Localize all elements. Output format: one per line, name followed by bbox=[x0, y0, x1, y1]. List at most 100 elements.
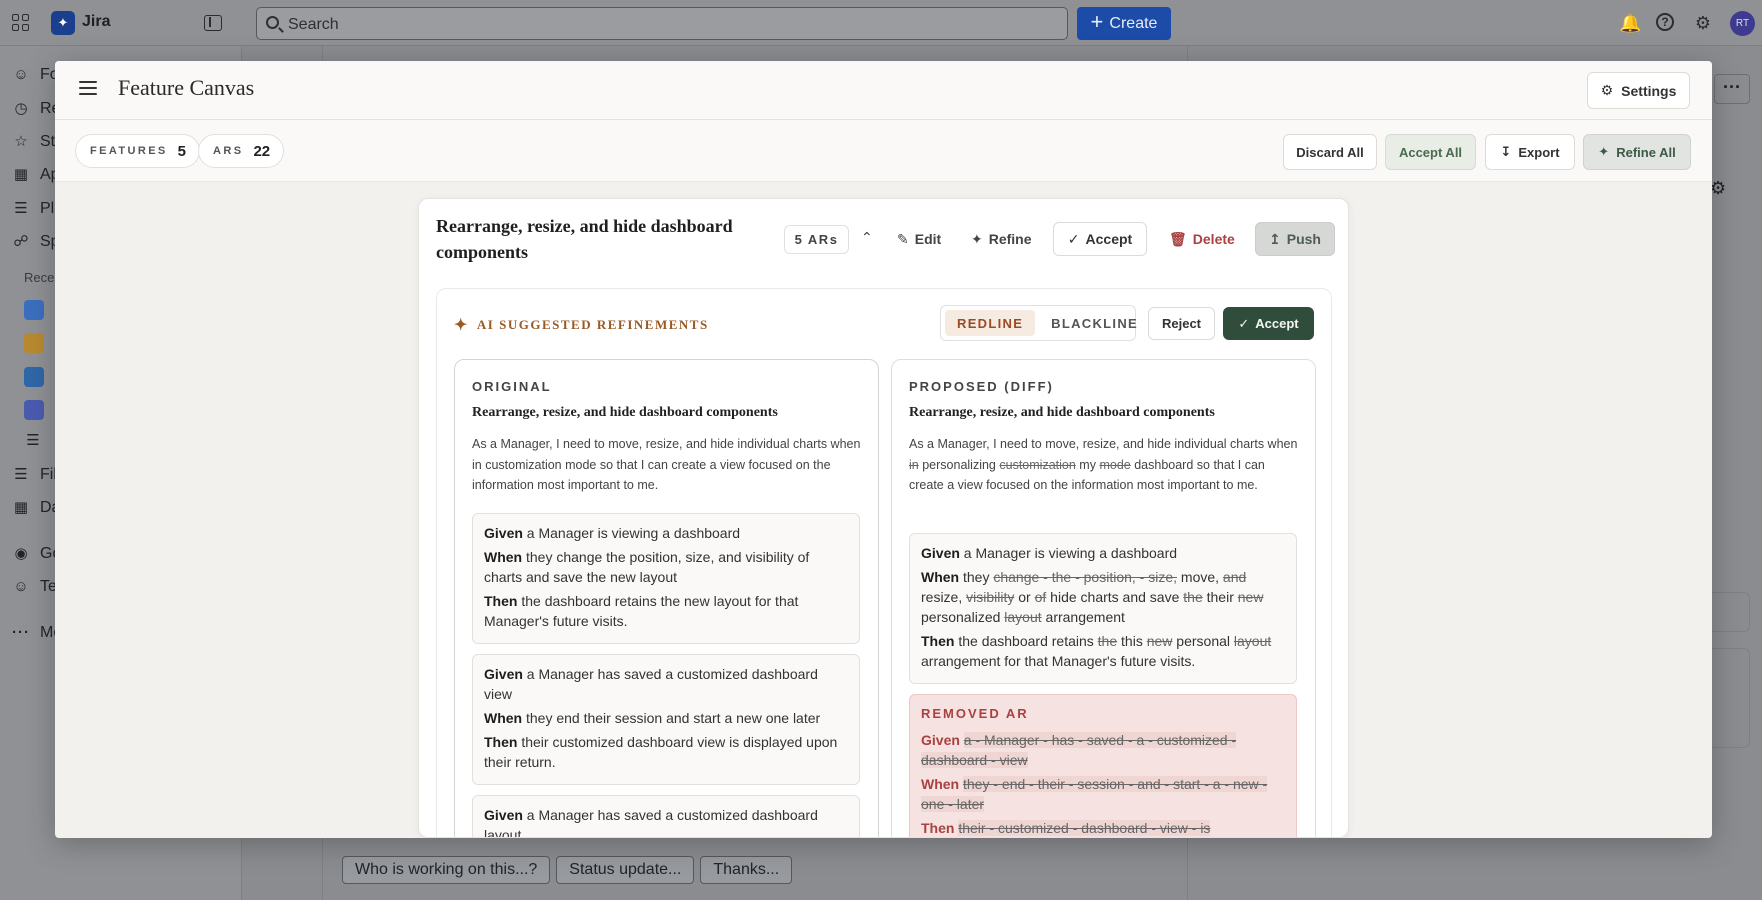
project-avatar-icon[interactable] bbox=[24, 367, 44, 387]
clock-icon: ◷ bbox=[14, 100, 28, 117]
ars-count-pill: ARS 22 bbox=[198, 134, 285, 168]
notifications-bell-icon[interactable]: 🔔 bbox=[1619, 13, 1641, 33]
project-avatar-icon[interactable] bbox=[24, 400, 44, 420]
more-dots-icon: ··· bbox=[12, 624, 30, 641]
accept-button[interactable]: ✓ Accept bbox=[1053, 222, 1147, 256]
settings-gear-icon[interactable]: ⚙ bbox=[1710, 178, 1726, 199]
original-title: Rearrange, resize, and hide dashboard co… bbox=[472, 405, 778, 420]
acceptance-requirement: Given a Manager is viewing a dashboard W… bbox=[472, 513, 860, 644]
spaces-icon: ☍ bbox=[13, 233, 29, 250]
redline-toggle[interactable]: REDLINE bbox=[945, 310, 1036, 336]
accept-all-button[interactable]: Accept All bbox=[1385, 134, 1476, 170]
quick-reply-chip[interactable]: Who is working on this...? bbox=[342, 856, 551, 884]
settings-gear-icon[interactable]: ⚙ bbox=[1693, 13, 1713, 33]
proposed-description: As a Manager, I need to move, resize, an… bbox=[909, 437, 1298, 492]
sparkle-icon: ✦ bbox=[971, 230, 983, 247]
apps-icon: ▦ bbox=[13, 166, 29, 183]
teams-icon: ☺ bbox=[13, 578, 29, 595]
upload-icon: ↥ bbox=[1269, 230, 1281, 247]
edit-button[interactable]: ✎ Edit bbox=[887, 222, 951, 256]
original-column: ORIGINAL Rearrange, resize, and hide das… bbox=[454, 359, 879, 837]
trash-icon: 🗑 bbox=[1169, 230, 1187, 247]
project-avatar-icon[interactable] bbox=[24, 333, 44, 353]
sidebar-item-more-projects[interactable]: ☰ bbox=[24, 432, 42, 450]
feature-canvas-modal: Feature Canvas ⚙ Settings FEATURES 5 ARS… bbox=[55, 61, 1712, 838]
plans-icon: ☰ bbox=[14, 200, 28, 217]
avatar[interactable]: RT bbox=[1730, 11, 1755, 36]
push-button[interactable]: ↥ Push bbox=[1255, 222, 1335, 256]
original-label: ORIGINAL bbox=[472, 379, 552, 394]
sidebar-item-filters[interactable]: ☰ Fil bbox=[12, 466, 57, 484]
download-icon: ↧ bbox=[1500, 144, 1512, 159]
modal-header: Feature Canvas ⚙ Settings bbox=[55, 61, 1712, 120]
sidebar-item-teams[interactable]: ☺ Te bbox=[12, 578, 57, 596]
list-icon: ☰ bbox=[26, 432, 40, 449]
feature-card: Rearrange, resize, and hide dashboard co… bbox=[418, 198, 1349, 838]
star-icon: ☆ bbox=[14, 133, 28, 150]
plus-icon: + bbox=[1090, 9, 1104, 34]
acceptance-requirement: Given a Manager has saved a customized d… bbox=[472, 654, 860, 785]
modal-toolbar: FEATURES 5 ARS 22 Discard All Accept All… bbox=[55, 120, 1712, 182]
settings-label: Settings bbox=[1621, 82, 1677, 99]
help-icon[interactable]: ? bbox=[1656, 13, 1674, 31]
modal-title: Feature Canvas bbox=[118, 75, 255, 100]
create-button[interactable]: + Create bbox=[1077, 7, 1171, 40]
search-placeholder: Search bbox=[288, 16, 339, 33]
accept-refinement-button[interactable]: ✓ Accept bbox=[1223, 307, 1314, 340]
delete-button[interactable]: 🗑 Delete bbox=[1159, 222, 1245, 256]
pencil-icon: ✎ bbox=[897, 230, 909, 247]
app-switcher-icon[interactable] bbox=[12, 14, 29, 31]
chevron-up-icon[interactable]: ⌃ bbox=[861, 229, 873, 246]
acceptance-requirement: Given a Manager has saved a customized d… bbox=[472, 795, 860, 837]
proposed-title: Rearrange, resize, and hide dashboard co… bbox=[909, 405, 1215, 420]
sidebar-item-recent[interactable]: ◷ Re bbox=[12, 100, 60, 118]
sidebar-item-goals[interactable]: ◉ Go bbox=[12, 545, 61, 563]
project-avatar-icon[interactable] bbox=[24, 300, 44, 320]
settings-button[interactable]: ⚙ Settings bbox=[1587, 72, 1690, 109]
quick-reply-chips: Who is working on this...? Status update… bbox=[342, 856, 793, 884]
proposed-diff-column: PROPOSED (DIFF) Rearrange, resize, and h… bbox=[891, 359, 1316, 837]
removed-acceptance-requirement: REMOVED AR Given a - Manager - has - sav… bbox=[909, 694, 1297, 837]
removed-ar-label: REMOVED AR bbox=[921, 706, 1029, 721]
features-count-pill: FEATURES 5 bbox=[75, 134, 201, 168]
sidebar-toggle-icon[interactable] bbox=[204, 15, 222, 31]
reject-refinement-button[interactable]: Reject bbox=[1148, 307, 1215, 340]
recent-section-label: Rece bbox=[24, 270, 55, 285]
sidebar-item-apps[interactable]: ▦ Ap bbox=[12, 166, 60, 184]
refine-button[interactable]: ✦ Refine bbox=[961, 222, 1042, 256]
menu-icon[interactable] bbox=[79, 81, 97, 95]
user-circle-icon: ☺ bbox=[13, 66, 29, 83]
diff-view-toggle: REDLINE BLACKLINE bbox=[940, 305, 1137, 341]
ai-refinements-label: ✦ AI SUGGESTED REFINEMENTS bbox=[454, 317, 709, 334]
quick-reply-chip[interactable]: Status update... bbox=[556, 856, 695, 884]
sidebar-item-dashboards[interactable]: ▦ Da bbox=[12, 499, 61, 517]
more-options-icon[interactable]: ··· bbox=[1714, 74, 1750, 104]
ai-refinements-panel: ✦ AI SUGGESTED REFINEMENTS REDLINE BLACK… bbox=[436, 288, 1332, 837]
gear-icon: ⚙ bbox=[1600, 82, 1614, 98]
acceptance-requirement-diff: Given a Manager is viewing a dashboard W… bbox=[909, 533, 1297, 684]
export-button[interactable]: ↧ Export bbox=[1485, 134, 1575, 170]
discard-all-button[interactable]: Discard All bbox=[1283, 134, 1377, 170]
original-description: As a Manager, I need to move, resize, an… bbox=[472, 437, 861, 492]
goal-icon: ◉ bbox=[14, 545, 28, 562]
app-name[interactable]: Jira bbox=[82, 13, 110, 31]
feature-title: Rearrange, resize, and hide dashboard co… bbox=[436, 216, 733, 262]
quick-reply-chip[interactable]: Thanks... bbox=[700, 856, 793, 884]
dashboard-icon: ▦ bbox=[13, 499, 29, 516]
check-icon: ✓ bbox=[1067, 230, 1080, 247]
sparkle-icon: ✦ bbox=[1598, 144, 1610, 159]
jira-topbar: ✦ Jira Search + Create 🔔 ? ⚙ RT bbox=[0, 0, 1762, 46]
check-icon: ✓ bbox=[1238, 315, 1250, 331]
jira-logo-icon[interactable]: ✦ bbox=[51, 11, 75, 35]
search-input[interactable]: Search bbox=[256, 7, 1068, 40]
filter-icon: ☰ bbox=[14, 466, 28, 483]
sidebar-item-spaces[interactable]: ☍ Sp bbox=[12, 233, 59, 251]
sparkle-icon: ✦ bbox=[454, 317, 469, 334]
refine-all-button[interactable]: ✦ Refine All bbox=[1583, 134, 1691, 170]
search-icon bbox=[266, 16, 279, 29]
blackline-toggle[interactable]: BLACKLINE bbox=[1039, 310, 1150, 336]
proposed-label: PROPOSED (DIFF) bbox=[909, 379, 1054, 394]
ars-count-badge[interactable]: 5 ARs bbox=[784, 225, 849, 254]
create-label: Create bbox=[1109, 14, 1158, 32]
sidebar-item-for-you[interactable]: ☺ Fo bbox=[12, 66, 58, 84]
